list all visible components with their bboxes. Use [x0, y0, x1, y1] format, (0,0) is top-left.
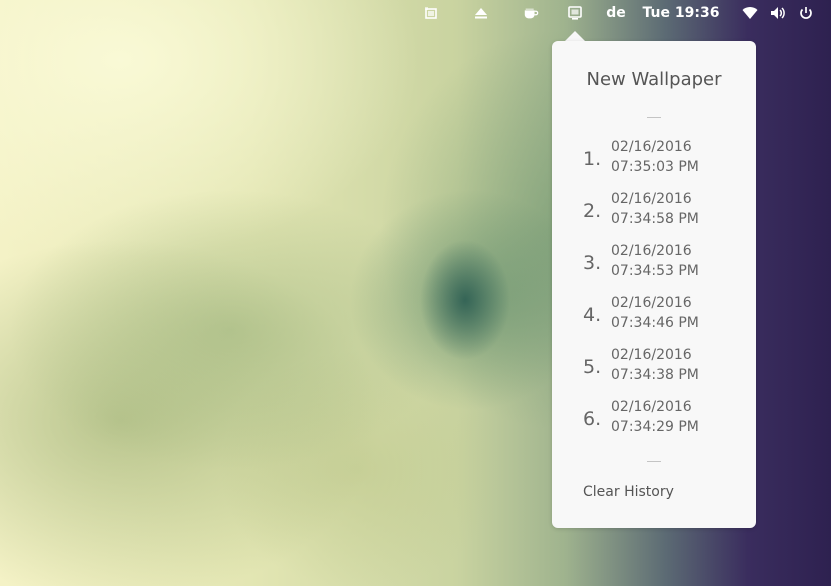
- top-bar: de Tue 19:36: [0, 0, 831, 26]
- window-icon[interactable]: [422, 0, 440, 26]
- history-item[interactable]: 2. 02/16/2016 07:34:58 PM: [552, 191, 756, 235]
- history-item-date: 02/16/2016: [611, 139, 692, 155]
- history-item-time: 07:34:53 PM: [611, 263, 699, 279]
- history-item[interactable]: 4. 02/16/2016 07:34:46 PM: [552, 295, 756, 339]
- coffee-icon[interactable]: [521, 0, 541, 26]
- new-wallpaper-button[interactable]: New Wallpaper: [552, 69, 756, 90]
- wallpaper-icon[interactable]: [566, 0, 584, 26]
- clear-history-button[interactable]: Clear History: [583, 484, 674, 500]
- history-item-time: 07:35:03 PM: [611, 159, 699, 175]
- history-item-number: 3.: [583, 252, 602, 274]
- history-item-date: 02/16/2016: [611, 347, 692, 363]
- history-item[interactable]: 1. 02/16/2016 07:35:03 PM: [552, 139, 756, 183]
- eject-icon[interactable]: [472, 0, 490, 26]
- history-item-time: 07:34:29 PM: [611, 419, 699, 435]
- power-icon[interactable]: [797, 0, 815, 26]
- wifi-icon[interactable]: [741, 0, 759, 26]
- history-item[interactable]: 6. 02/16/2016 07:34:29 PM: [552, 399, 756, 443]
- language-indicator[interactable]: de: [603, 0, 629, 26]
- history-item-number: 4.: [583, 304, 602, 326]
- history-item[interactable]: 3. 02/16/2016 07:34:53 PM: [552, 243, 756, 287]
- separator: [647, 117, 661, 118]
- history-item-date: 02/16/2016: [611, 191, 692, 207]
- history-item-number: 2.: [583, 200, 602, 222]
- history-item-time: 07:34:46 PM: [611, 315, 699, 331]
- volume-icon[interactable]: [769, 0, 787, 26]
- popup-arrow: [565, 31, 585, 41]
- history-item-time: 07:34:58 PM: [611, 211, 699, 227]
- history-item-date: 02/16/2016: [611, 243, 692, 259]
- history-item-date: 02/16/2016: [611, 399, 692, 415]
- clock[interactable]: Tue 19:36: [642, 0, 720, 26]
- history-item-number: 6.: [583, 408, 602, 430]
- history-item-number: 5.: [583, 356, 602, 378]
- wallpaper-menu-popup: New Wallpaper 1. 02/16/2016 07:35:03 PM …: [552, 41, 756, 528]
- history-item-number: 1.: [583, 148, 602, 170]
- separator: [647, 461, 661, 462]
- history-item-time: 07:34:38 PM: [611, 367, 699, 383]
- history-item-date: 02/16/2016: [611, 295, 692, 311]
- history-item[interactable]: 5. 02/16/2016 07:34:38 PM: [552, 347, 756, 391]
